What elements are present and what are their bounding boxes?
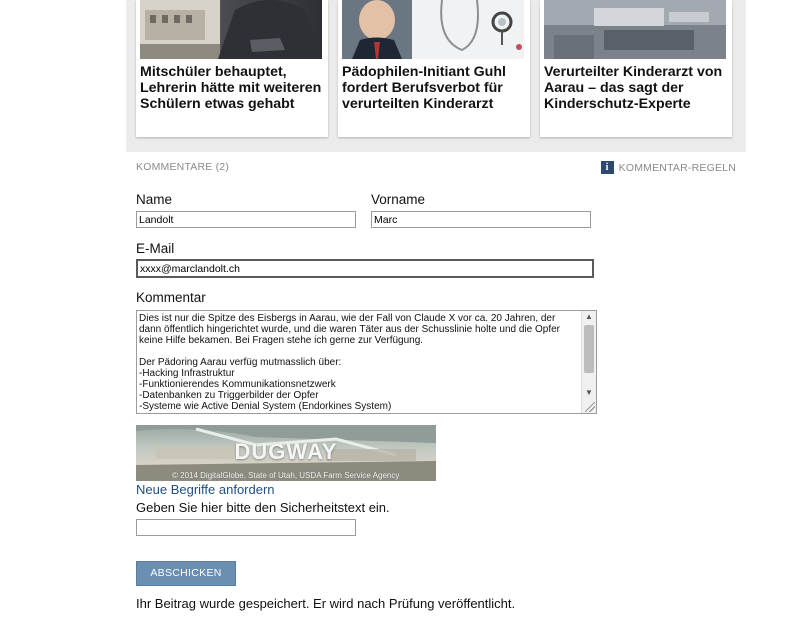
- name-field[interactable]: [136, 211, 356, 228]
- article-title[interactable]: Mitschüler behauptet, Lehrerin hätte mit…: [140, 64, 326, 112]
- comment-textarea[interactable]: Dies ist nur die Spitze des Eisbergs in …: [136, 310, 597, 414]
- related-article-card[interactable]: Mitschüler behauptet, Lehrerin hätte mit…: [136, 0, 328, 137]
- email-field[interactable]: [136, 259, 594, 278]
- security-prompt: Geben Sie hier bitte den Sicherheitstext…: [136, 500, 390, 515]
- security-text-input[interactable]: [136, 519, 356, 536]
- comment-scrollbar[interactable]: ▲ ▼: [581, 311, 596, 413]
- comments-count[interactable]: KOMMENTARE (2): [136, 161, 229, 173]
- article-thumbnail[interactable]: [544, 0, 726, 59]
- article-title[interactable]: Verurteilter Kinderarzt von Aarau – das …: [544, 64, 730, 112]
- saved-message: Ihr Beitrag wurde gespeichert. Er wird n…: [136, 596, 516, 611]
- comment-rules-label: KOMMENTAR-REGELN: [618, 161, 736, 174]
- info-icon: i: [600, 161, 614, 174]
- related-articles: Mitschüler behauptet, Lehrerin hätte mit…: [126, 0, 746, 152]
- captcha-image: DUGWAY © 2014 DigitalGlobe, State of Uta…: [136, 425, 436, 481]
- related-article-card[interactable]: Verurteilter Kinderarzt von Aarau – das …: [540, 0, 732, 137]
- vorname-field[interactable]: [371, 211, 591, 228]
- captcha-word: DUGWAY: [234, 439, 338, 464]
- vorname-label: Vorname: [371, 192, 426, 207]
- name-label: Name: [136, 192, 173, 207]
- submit-button[interactable]: ABSCHICKEN: [136, 561, 236, 586]
- new-terms-link[interactable]: Neue Begriffe anfordern: [136, 482, 275, 497]
- scroll-down-icon[interactable]: ▼: [582, 387, 596, 399]
- comment-label: Kommentar: [136, 290, 206, 305]
- captcha-credit: © 2014 DigitalGlobe, State of Utah, USDA…: [172, 471, 400, 480]
- scroll-up-icon[interactable]: ▲: [582, 311, 596, 323]
- article-thumbnail[interactable]: [342, 0, 524, 59]
- article-title[interactable]: Pädophilen-Initiant Guhl fordert Berufsv…: [342, 64, 528, 112]
- comment-text[interactable]: Dies ist nur die Spitze des Eisbergs in …: [139, 313, 579, 412]
- resize-grip-icon[interactable]: [585, 402, 595, 412]
- comments-header: KOMMENTARE (2) i KOMMENTAR-REGELN: [136, 161, 736, 175]
- email-label: E-Mail: [136, 241, 175, 256]
- article-thumbnail[interactable]: [140, 0, 322, 59]
- related-article-card[interactable]: Pädophilen-Initiant Guhl fordert Berufsv…: [338, 0, 530, 137]
- scroll-thumb[interactable]: [584, 325, 594, 373]
- comment-rules-link[interactable]: i KOMMENTAR-REGELN: [600, 161, 736, 174]
